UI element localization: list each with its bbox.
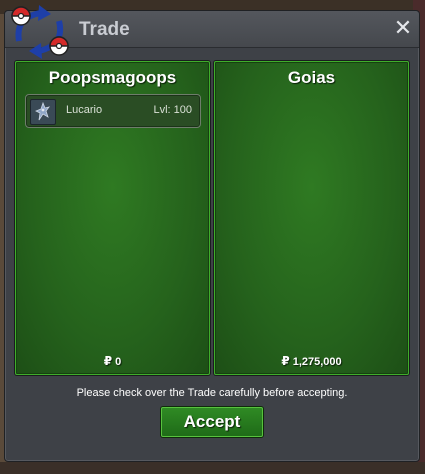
- close-icon[interactable]: ✕: [393, 17, 413, 39]
- pokedollar-icon: ₽: [103, 354, 113, 368]
- money-offer-self: ₽0: [16, 354, 209, 368]
- trade-item-slot[interactable]: Lucario Lvl: 100: [25, 94, 201, 128]
- window-title: Trade: [79, 19, 130, 40]
- trade-window: Trade ✕ Poopsmagoops Lucario Lvl: 100 ₽ …: [4, 5, 420, 462]
- money-offer-partner: ₽1,275,000: [215, 354, 408, 368]
- item-name: Lucario: [66, 104, 103, 116]
- money-amount-self: 0: [115, 356, 122, 368]
- trade-warning-text: Please check over the Trade carefully be…: [76, 387, 348, 399]
- game-background-bottom: [0, 462, 425, 474]
- trade-arrows-icon: [11, 5, 69, 59]
- accept-button[interactable]: Accept: [161, 407, 263, 437]
- item-level: Lvl: 100: [153, 104, 192, 116]
- pokedollar-icon: ₽: [281, 354, 290, 368]
- player-name-self: Poopsmagoops: [48, 68, 177, 87]
- money-amount-partner: 1,275,000: [292, 356, 342, 368]
- trade-panel-partner: Goias ₽1,275,000: [214, 61, 409, 375]
- trade-panel-self: Poopsmagoops Lucario Lvl: 100 ₽0: [15, 61, 210, 375]
- lucario-icon: [30, 99, 56, 125]
- player-name-partner: Goias: [287, 68, 336, 87]
